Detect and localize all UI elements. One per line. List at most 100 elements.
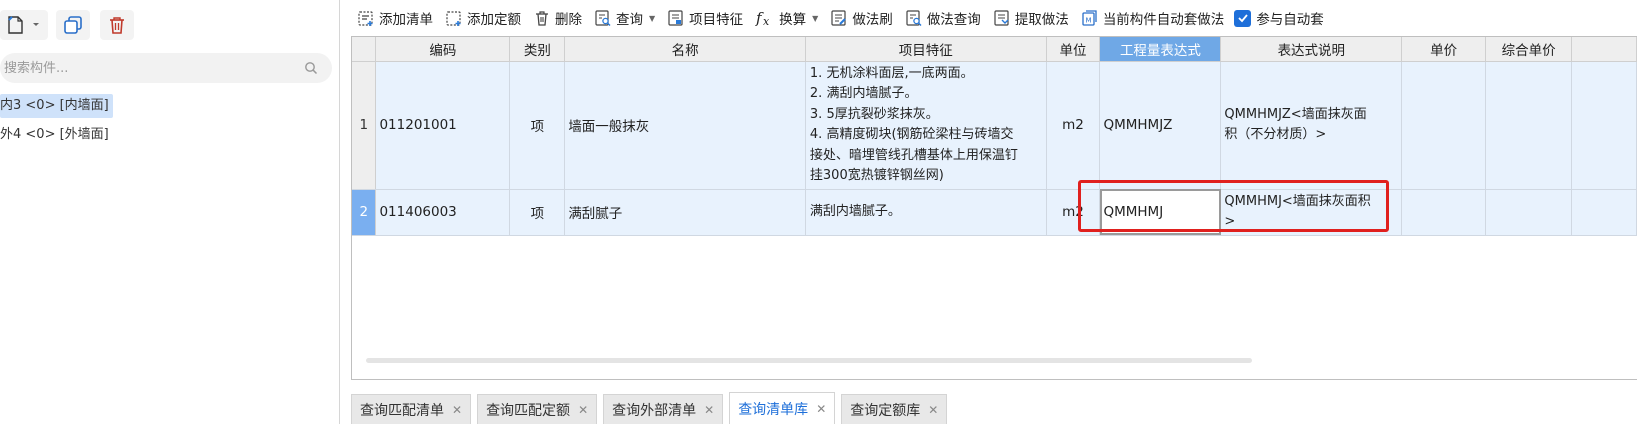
query-icon — [595, 10, 611, 26]
add-quota-label: 添加定额 — [467, 12, 521, 28]
join-auto-checkbox[interactable]: 参与自动套 — [1230, 5, 1328, 31]
method-query-button[interactable]: 做法查询 — [899, 5, 987, 31]
bottom-tab-bar: 查询匹配清单 ✕ 查询匹配定额 ✕ 查询外部清单 ✕ 查询清单库 ✕ 查询定额库… — [351, 380, 1637, 424]
note-line: QMMHMJZ<墙面抹灰面 — [1224, 107, 1367, 122]
add-list-button[interactable]: 添加清单 — [351, 5, 439, 31]
copy-component-button[interactable] — [56, 10, 90, 40]
note-line: QMMHMJ<墙面抹灰面积 — [1224, 194, 1371, 209]
cell-price[interactable] — [1401, 61, 1487, 190]
tab-query-matched-list[interactable]: 查询匹配清单 ✕ — [351, 394, 472, 424]
tab-label: 查询清单库 — [738, 401, 809, 418]
cell-price[interactable] — [1401, 189, 1487, 236]
tab-label: 查询定额库 — [850, 402, 921, 419]
cell-category[interactable]: 项 — [509, 189, 566, 236]
convert-label: 换算 — [779, 12, 807, 28]
cell-unit[interactable]: m2 — [1046, 189, 1101, 236]
extract-method-label: 提取做法 — [1014, 12, 1069, 28]
method-query-icon — [906, 10, 922, 26]
item-feature-icon — [668, 10, 683, 26]
cell-expression[interactable]: QMMHMJZ — [1099, 61, 1222, 190]
add-quota-button[interactable]: 添加定额 — [439, 5, 527, 31]
column-header-unit[interactable]: 单位 — [1046, 37, 1101, 62]
cell-expression-editing[interactable]: QMMHMJ — [1099, 189, 1222, 236]
cell-name[interactable]: 满刮腻子 — [564, 189, 806, 236]
column-header-features[interactable]: 项目特征 — [805, 37, 1047, 62]
cell-code[interactable]: 011201001 — [375, 61, 511, 190]
app-window: 内3 <0> [内墙面] 外4 <0> [外墙面] 添加清单 添加定额 — [0, 0, 1637, 424]
column-header-category[interactable]: 类别 — [509, 37, 566, 62]
add-list-label: 添加清单 — [379, 12, 433, 28]
item-feature-button[interactable]: 项目特征 — [661, 5, 749, 31]
close-icon[interactable]: ✕ — [928, 403, 938, 417]
new-component-button[interactable] — [0, 10, 48, 40]
method-brush-icon — [831, 10, 847, 26]
checkmark-icon — [1234, 9, 1252, 27]
column-header-expression-note[interactable]: 表达式说明 — [1220, 37, 1403, 62]
column-header-total-price[interactable]: 综合单价 — [1485, 37, 1573, 62]
note-line: 积（不分材质）> — [1224, 127, 1327, 142]
item-feature-label: 项目特征 — [689, 12, 744, 28]
cell-features[interactable]: 满刮内墙腻子。 — [805, 189, 1047, 236]
method-brush-button[interactable]: 做法刷 — [824, 5, 899, 31]
horizontal-scrollbar[interactable] — [366, 358, 1252, 363]
method-query-label: 做法查询 — [926, 12, 981, 28]
query-dropdown[interactable]: 查询 ▼ — [588, 5, 661, 31]
feature-line: 挂300宽热镀锌钢丝网) — [809, 168, 944, 183]
search-input[interactable] — [4, 53, 294, 83]
cell-expression-note[interactable]: QMMHMJ<墙面抹灰面积 > — [1220, 189, 1403, 236]
method-brush-label: 做法刷 — [852, 12, 893, 28]
delete-label: 删除 — [555, 12, 582, 28]
column-header-name[interactable]: 名称 — [564, 37, 806, 62]
row-number[interactable]: 1 — [352, 61, 377, 190]
tree-item-inner-wall[interactable]: 内3 <0> [内墙面] — [0, 94, 113, 118]
tab-query-matched-quota[interactable]: 查询匹配定额 ✕ — [477, 394, 598, 424]
feature-line: 4. 高精度砌块(钢筋砼梁柱与砖墙交 — [809, 127, 1014, 142]
cell-features[interactable]: 1. 无机涂料面层,一底两面。 2. 满刮内墙腻子。 3. 5厚抗裂砂浆抹灰。 … — [805, 61, 1047, 190]
table-row[interactable]: 2 011406003 项 满刮腻子 满刮内墙腻子。 m2 QMMHMJ QMM… — [352, 189, 1637, 236]
auto-apply-label: 当前构件自动套做法 — [1102, 12, 1225, 28]
feature-line: 满刮内墙腻子。 — [809, 203, 901, 219]
cell-total-price[interactable] — [1485, 189, 1573, 236]
cell-overflow — [1571, 61, 1637, 190]
search-icon[interactable] — [304, 61, 318, 75]
new-file-icon — [8, 16, 39, 34]
row-number[interactable]: 2 — [352, 189, 377, 236]
convert-dropdown[interactable]: f x 换算 ▼ — [749, 5, 824, 31]
tab-label: 查询匹配定额 — [486, 402, 571, 419]
join-auto-label: 参与自动套 — [1256, 12, 1324, 28]
tab-query-list-library[interactable]: 查询清单库 ✕ — [729, 392, 836, 424]
trash-icon — [110, 17, 124, 34]
svg-text:x: x — [763, 15, 770, 27]
auto-apply-method-button[interactable]: M 当前构件自动套做法 — [1075, 5, 1231, 31]
close-icon[interactable]: ✕ — [816, 402, 826, 416]
tab-query-quota-library[interactable]: 查询定额库 ✕ — [841, 394, 948, 424]
column-header-code[interactable]: 编码 — [375, 37, 511, 62]
cell-code[interactable]: 011406003 — [375, 189, 511, 236]
toolbar: 添加清单 添加定额 删除 查询 ▼ 项目特征 f x 换算 ▼ 做法刷 做法查询… — [351, 0, 1637, 36]
column-header-overflow — [1571, 37, 1637, 62]
close-icon[interactable]: ✕ — [578, 403, 588, 417]
close-icon[interactable]: ✕ — [452, 403, 462, 417]
cell-expression-note[interactable]: QMMHMJZ<墙面抹灰面 积（不分材质）> — [1220, 61, 1403, 190]
tab-label: 查询匹配清单 — [360, 402, 444, 419]
chevron-down-icon: ▼ — [812, 13, 819, 23]
table-row[interactable]: 1 011201001 项 墙面一般抹灰 1. 无机涂料面层,一底两面。 2. … — [352, 61, 1637, 190]
note-line: > — [1224, 214, 1236, 229]
cell-overflow — [1571, 189, 1637, 236]
function-icon: f x — [755, 9, 770, 27]
delete-component-button[interactable] — [100, 10, 134, 40]
cell-name[interactable]: 墙面一般抹灰 — [564, 61, 806, 190]
cell-category[interactable]: 项 — [509, 61, 566, 190]
delete-button[interactable]: 删除 — [527, 5, 588, 31]
feature-line: 接处、暗埋管线孔槽基体上用保温钉 — [809, 147, 1018, 163]
tab-query-external-list[interactable]: 查询外部清单 ✕ — [603, 394, 724, 424]
tree-item-outer-wall[interactable]: 外4 <0> [外墙面] — [0, 123, 113, 147]
cell-unit[interactable]: m2 — [1046, 61, 1101, 190]
column-header-expression[interactable]: 工程量表达式 — [1099, 37, 1222, 62]
cell-total-price[interactable] — [1485, 61, 1573, 190]
close-icon[interactable]: ✕ — [704, 403, 714, 417]
extract-method-button[interactable]: 提取做法 — [987, 5, 1075, 31]
auto-apply-icon: M — [1082, 10, 1097, 26]
svg-text:M: M — [1085, 17, 1091, 25]
column-header-price[interactable]: 单价 — [1401, 37, 1487, 62]
